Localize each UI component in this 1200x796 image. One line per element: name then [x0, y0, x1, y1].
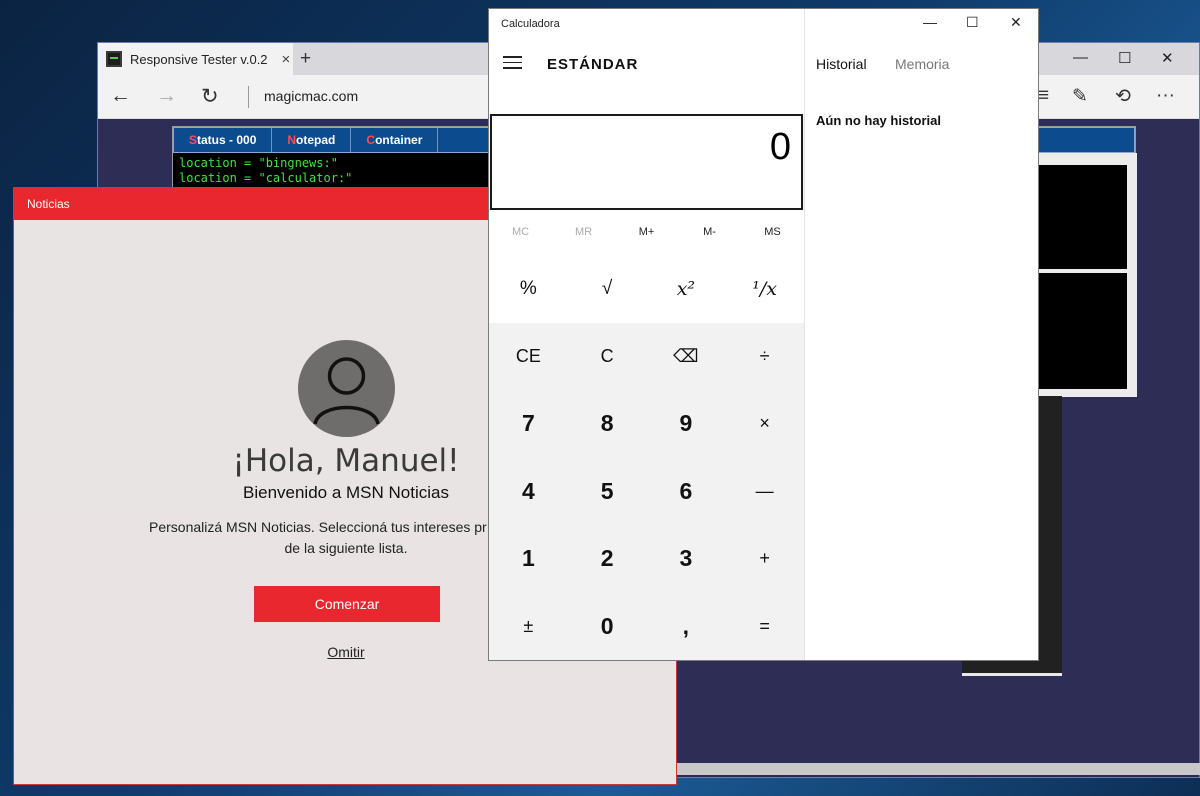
square-button[interactable]: x² [646, 255, 726, 323]
new-tab-button[interactable]: + [300, 48, 311, 70]
close-button[interactable]: ✕ [1161, 49, 1174, 67]
plus-button[interactable]: + [725, 525, 804, 593]
horizontal-scrollbar[interactable] [658, 763, 1200, 775]
mc-button[interactable]: MC [489, 210, 552, 255]
decimal-button[interactable]: , [647, 593, 726, 661]
calculator-mode-title: ESTÁNDAR [547, 56, 639, 73]
mr-button[interactable]: MR [552, 210, 615, 255]
web-note-icon[interactable]: ✎ [1072, 85, 1088, 108]
c-button[interactable]: C [568, 323, 647, 391]
hub-icon[interactable]: ≡ [1038, 85, 1049, 107]
m-plus-button[interactable]: M+ [615, 210, 678, 255]
preview-block [1037, 273, 1127, 389]
calculator-keypad: % √ x² ¹/x CE C ⌫ ÷ 7 8 9 × 4 5 6 — 1 2 … [489, 255, 804, 660]
tab-memory[interactable]: Memoria [895, 56, 949, 72]
six-button[interactable]: 6 [647, 458, 726, 526]
divide-button[interactable]: ÷ [725, 323, 804, 391]
calc-maximize-button[interactable]: ☐ [966, 14, 979, 31]
calculator-window-title: Calculadora [501, 18, 560, 30]
menu-status-hotkey: S [189, 133, 198, 147]
zero-button[interactable]: 0 [568, 593, 647, 661]
menu-notepad-hotkey: N [287, 133, 297, 147]
console-line: location = "calculator:" [179, 171, 353, 185]
minimize-button[interactable]: — [1073, 49, 1088, 66]
refresh-icon[interactable]: ↻ [201, 84, 219, 109]
menu-notepad[interactable]: Notepad [272, 128, 352, 152]
sqrt-button[interactable]: √ [567, 255, 647, 323]
calculator-display: 0 [490, 114, 803, 210]
menu-container[interactable]: Container [351, 128, 439, 152]
tester-preview-frame [1037, 153, 1137, 397]
history-empty-message: Aún no hay historial [816, 113, 941, 128]
tab-history[interactable]: Historial [816, 56, 867, 72]
four-button[interactable]: 4 [489, 458, 568, 526]
calc-close-button[interactable]: ✕ [1010, 14, 1022, 31]
hamburger-menu-icon[interactable] [503, 56, 522, 73]
memory-row: MC MR M+ M- MS [489, 210, 804, 255]
ce-button[interactable]: CE [489, 323, 568, 391]
menu-container-label: ontainer [375, 133, 423, 147]
browser-tab-title: Responsive Tester v.0.2 [130, 51, 268, 67]
seven-button[interactable]: 7 [489, 390, 568, 458]
calculator-header: Calculadora ESTÁNDAR [489, 9, 804, 114]
multiply-button[interactable]: × [725, 390, 804, 458]
display-value: 0 [769, 126, 791, 168]
percent-button[interactable]: % [489, 255, 568, 323]
minus-button[interactable]: — [725, 458, 804, 526]
calculator-window: Calculadora ESTÁNDAR 0 MC MR M+ M- MS % … [488, 8, 1039, 661]
ms-button[interactable]: MS [741, 210, 804, 255]
tab-close-icon[interactable]: × [282, 51, 291, 68]
console-line: location = "bingnews:" [179, 156, 338, 170]
news-window-title: Noticias [27, 197, 70, 211]
reciprocal-button[interactable]: ¹/x [725, 255, 804, 323]
address-bar[interactable]: magicmac.com [264, 88, 358, 104]
terminal-favicon-icon [106, 51, 122, 67]
user-avatar-icon [298, 340, 395, 437]
nine-button[interactable]: 9 [647, 390, 726, 458]
two-button[interactable]: 2 [568, 525, 647, 593]
negate-button[interactable]: ± [489, 593, 568, 661]
start-button[interactable]: Comenzar [254, 586, 440, 622]
preview-block [1037, 165, 1127, 269]
one-button[interactable]: 1 [489, 525, 568, 593]
calculator-main: Calculadora ESTÁNDAR 0 MC MR M+ M- MS % … [489, 9, 804, 660]
m-minus-button[interactable]: M- [678, 210, 741, 255]
backspace-icon[interactable]: ⌫ [647, 323, 726, 391]
back-icon[interactable]: ← [110, 84, 131, 108]
share-icon[interactable]: ⟲ [1115, 85, 1131, 108]
browser-tab[interactable]: Responsive Tester v.0.2 × [98, 43, 293, 75]
more-icon[interactable]: ··· [1156, 85, 1175, 107]
address-separator [248, 86, 249, 108]
three-button[interactable]: 3 [647, 525, 726, 593]
maximize-button[interactable]: ☐ [1118, 49, 1131, 67]
forward-icon[interactable]: → [156, 84, 177, 108]
menu-status-label: tatus - 000 [197, 133, 257, 147]
equals-button[interactable]: = [725, 593, 804, 661]
eight-button[interactable]: 8 [568, 390, 647, 458]
menu-status[interactable]: Status - 000 [174, 128, 273, 152]
calc-minimize-button[interactable]: — [923, 14, 937, 30]
history-panel: — ☐ ✕ Historial Memoria Aún no hay histo… [804, 9, 1038, 660]
menu-container-hotkey: C [366, 133, 376, 147]
five-button[interactable]: 5 [568, 458, 647, 526]
menu-notepad-label: otepad [296, 133, 336, 147]
personalize-message: Personalizá MSN Noticias. Seleccioná tus… [149, 519, 487, 535]
